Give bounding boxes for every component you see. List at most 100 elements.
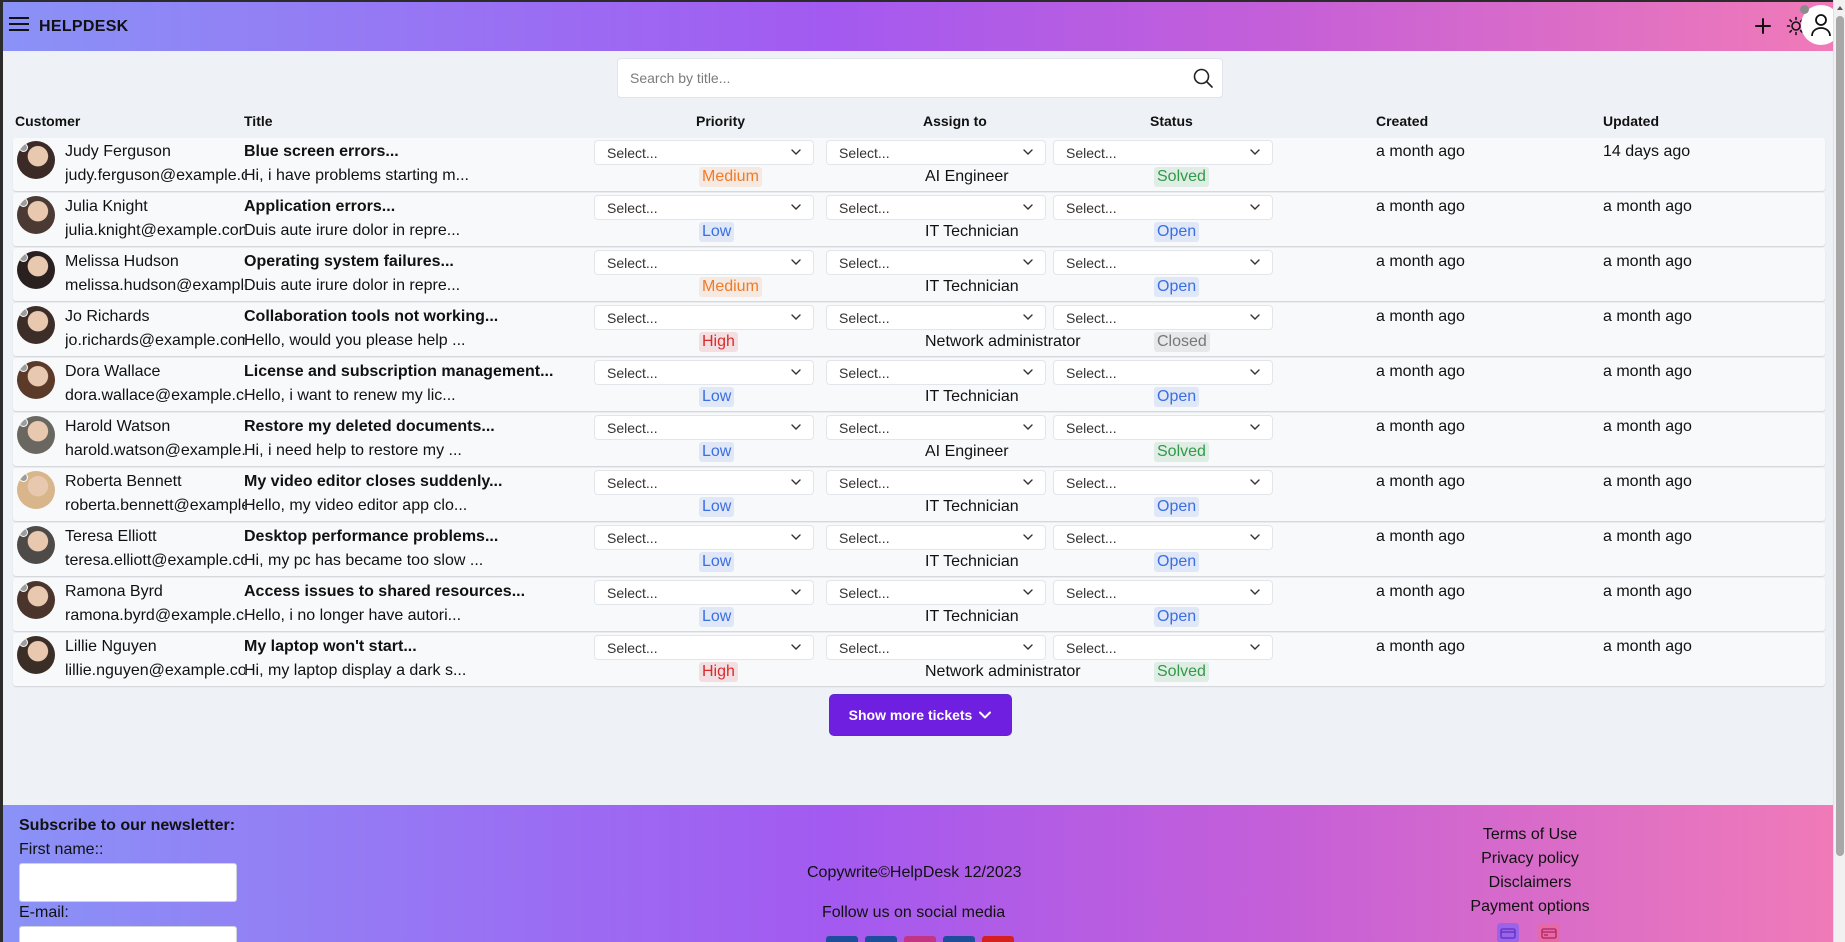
status-select[interactable]: Select... <box>1054 196 1272 219</box>
col-priority[interactable]: Priority <box>696 113 745 129</box>
table-row[interactable]: Lillie Nguyen lillie.nguyen@example.com My… <box>13 633 1825 686</box>
priority-select[interactable]: Select... <box>595 636 813 659</box>
page-scrollbar[interactable] <box>1833 0 1845 942</box>
priority-select[interactable]: Select... <box>595 141 813 164</box>
status-select[interactable]: Select... <box>1054 251 1272 274</box>
priority-select[interactable]: Select... <box>595 526 813 549</box>
table-row[interactable]: Ramona Byrd ramona.byrd@example.com Access… <box>13 578 1825 631</box>
assign-select[interactable]: Select... <box>827 636 1045 659</box>
col-customer[interactable]: Customer <box>15 113 80 129</box>
link-privacy[interactable]: Privacy policy <box>1467 847 1593 871</box>
user-icon <box>1811 14 1831 37</box>
table-row[interactable]: Dora Wallace dora.wallace@example.com Lice… <box>13 358 1825 411</box>
priority-select[interactable]: Select... <box>595 196 813 219</box>
search-input[interactable] <box>618 59 1158 97</box>
assign-select[interactable]: Select... <box>827 526 1045 549</box>
facebook-icon[interactable] <box>865 936 897 942</box>
assign-select[interactable]: Select... <box>827 416 1045 439</box>
chevron-down-icon <box>1023 369 1033 375</box>
col-created[interactable]: Created <box>1376 113 1428 129</box>
email-field[interactable] <box>19 926 237 942</box>
priority-select[interactable]: Select... <box>595 416 813 439</box>
created-time: a month ago <box>1376 308 1465 325</box>
ticket-title[interactable]: Desktop performance problems... <box>244 528 498 546</box>
priority-select-value: Select... <box>607 145 658 161</box>
assign-select[interactable]: Select... <box>827 196 1045 219</box>
status-select-value: Select... <box>1066 365 1117 381</box>
status-select[interactable]: Select... <box>1054 141 1272 164</box>
ticket-title[interactable]: My laptop won't start... <box>244 638 417 656</box>
scroll-up-icon[interactable] <box>1836 4 1844 12</box>
col-title[interactable]: Title <box>244 113 273 129</box>
ticket-title[interactable]: Application errors... <box>244 198 395 216</box>
status-select[interactable]: Select... <box>1054 416 1272 439</box>
table-row[interactable]: Roberta Bennett roberta.bennett@example.c… <box>13 468 1825 521</box>
priority-select[interactable]: Select... <box>595 471 813 494</box>
status-select[interactable]: Select... <box>1054 526 1272 549</box>
created-time: a month ago <box>1376 583 1465 600</box>
table-row[interactable]: Teresa Elliott teresa.elliott@example.com… <box>13 523 1825 576</box>
ticket-title[interactable]: Blue screen errors... <box>244 143 399 161</box>
priority-select[interactable]: Select... <box>595 361 813 384</box>
brand-logo[interactable]: HELPDESK <box>39 18 129 36</box>
status-select[interactable]: Select... <box>1054 471 1272 494</box>
table-row[interactable]: Jo Richards jo.richards@example.com Collab… <box>13 303 1825 356</box>
youtube-icon[interactable] <box>982 936 1014 942</box>
ticket-title[interactable]: My video editor closes suddenly... <box>244 473 502 491</box>
table-row[interactable]: Melissa Hudson melissa.hudson@example.com… <box>13 248 1825 301</box>
linkedin-icon[interactable] <box>826 936 858 942</box>
table-row[interactable]: Harold Watson harold.watson@example.com Re… <box>13 413 1825 466</box>
ticket-title[interactable]: Collaboration tools not working... <box>244 308 498 326</box>
linkedin-alt-icon[interactable] <box>943 936 975 942</box>
col-updated[interactable]: Updated <box>1603 113 1659 129</box>
chevron-down-icon <box>791 589 801 595</box>
show-more-button[interactable]: Show more tickets <box>830 695 1011 735</box>
customer-email: teresa.elliott@example.com <box>65 552 245 569</box>
priority-select[interactable]: Select... <box>595 581 813 604</box>
ticket-description: Hello, i no longer have autori... <box>244 607 462 624</box>
status-select[interactable]: Select... <box>1054 361 1272 384</box>
scrollbar-thumb[interactable] <box>1836 16 1844 856</box>
ticket-title[interactable]: Restore my deleted documents... <box>244 418 495 436</box>
first-name-field[interactable] <box>19 863 237 902</box>
ticket-description: Hello, would you please help ... <box>244 332 466 349</box>
priority-select[interactable]: Select... <box>595 251 813 274</box>
assignee-name: AI Engineer <box>925 443 1009 460</box>
ticket-title[interactable]: Operating system failures... <box>244 253 454 271</box>
assignee-name: IT Technician <box>925 278 1019 295</box>
assign-select[interactable]: Select... <box>827 306 1045 329</box>
assign-select[interactable]: Select... <box>827 141 1045 164</box>
table-row[interactable]: Julia Knight julia.knight@example.com Appl… <box>13 193 1825 246</box>
chevron-down-icon <box>1023 424 1033 430</box>
created-time: a month ago <box>1376 528 1465 545</box>
ticket-description: Hello, i want to renew my lic... <box>244 387 456 404</box>
link-disclaimers[interactable]: Disclaimers <box>1467 871 1593 895</box>
ticket-title[interactable]: Access issues to shared resources... <box>244 583 525 601</box>
assign-select[interactable]: Select... <box>827 361 1045 384</box>
menu-icon[interactable] <box>9 17 29 33</box>
customer-email: melissa.hudson@example.com <box>65 277 245 294</box>
link-terms[interactable]: Terms of Use <box>1467 823 1593 847</box>
col-status[interactable]: Status <box>1150 113 1193 129</box>
chevron-down-icon <box>1250 259 1260 265</box>
status-select[interactable]: Select... <box>1054 306 1272 329</box>
ticket-title[interactable]: License and subscription management... <box>244 363 553 381</box>
search-icon[interactable] <box>1192 67 1216 91</box>
updated-time: a month ago <box>1603 638 1692 655</box>
assign-select[interactable]: Select... <box>827 471 1045 494</box>
presence-dot <box>19 253 28 262</box>
footer-links: Terms of Use Privacy policy Disclaimers … <box>1467 823 1593 919</box>
priority-select[interactable]: Select... <box>595 306 813 329</box>
chevron-down-icon <box>1250 479 1260 485</box>
status-select[interactable]: Select... <box>1054 581 1272 604</box>
link-payment[interactable]: Payment options <box>1467 895 1593 919</box>
presence-dot <box>19 473 28 482</box>
col-assign-to[interactable]: Assign to <box>923 113 987 129</box>
status-select[interactable]: Select... <box>1054 636 1272 659</box>
assign-select[interactable]: Select... <box>827 251 1045 274</box>
plus-icon[interactable] <box>1751 14 1775 38</box>
status-dot <box>1800 5 1809 14</box>
table-row[interactable]: Judy Ferguson judy.ferguson@example.com Bl… <box>13 138 1825 191</box>
assign-select[interactable]: Select... <box>827 581 1045 604</box>
instagram-icon[interactable] <box>904 936 936 942</box>
